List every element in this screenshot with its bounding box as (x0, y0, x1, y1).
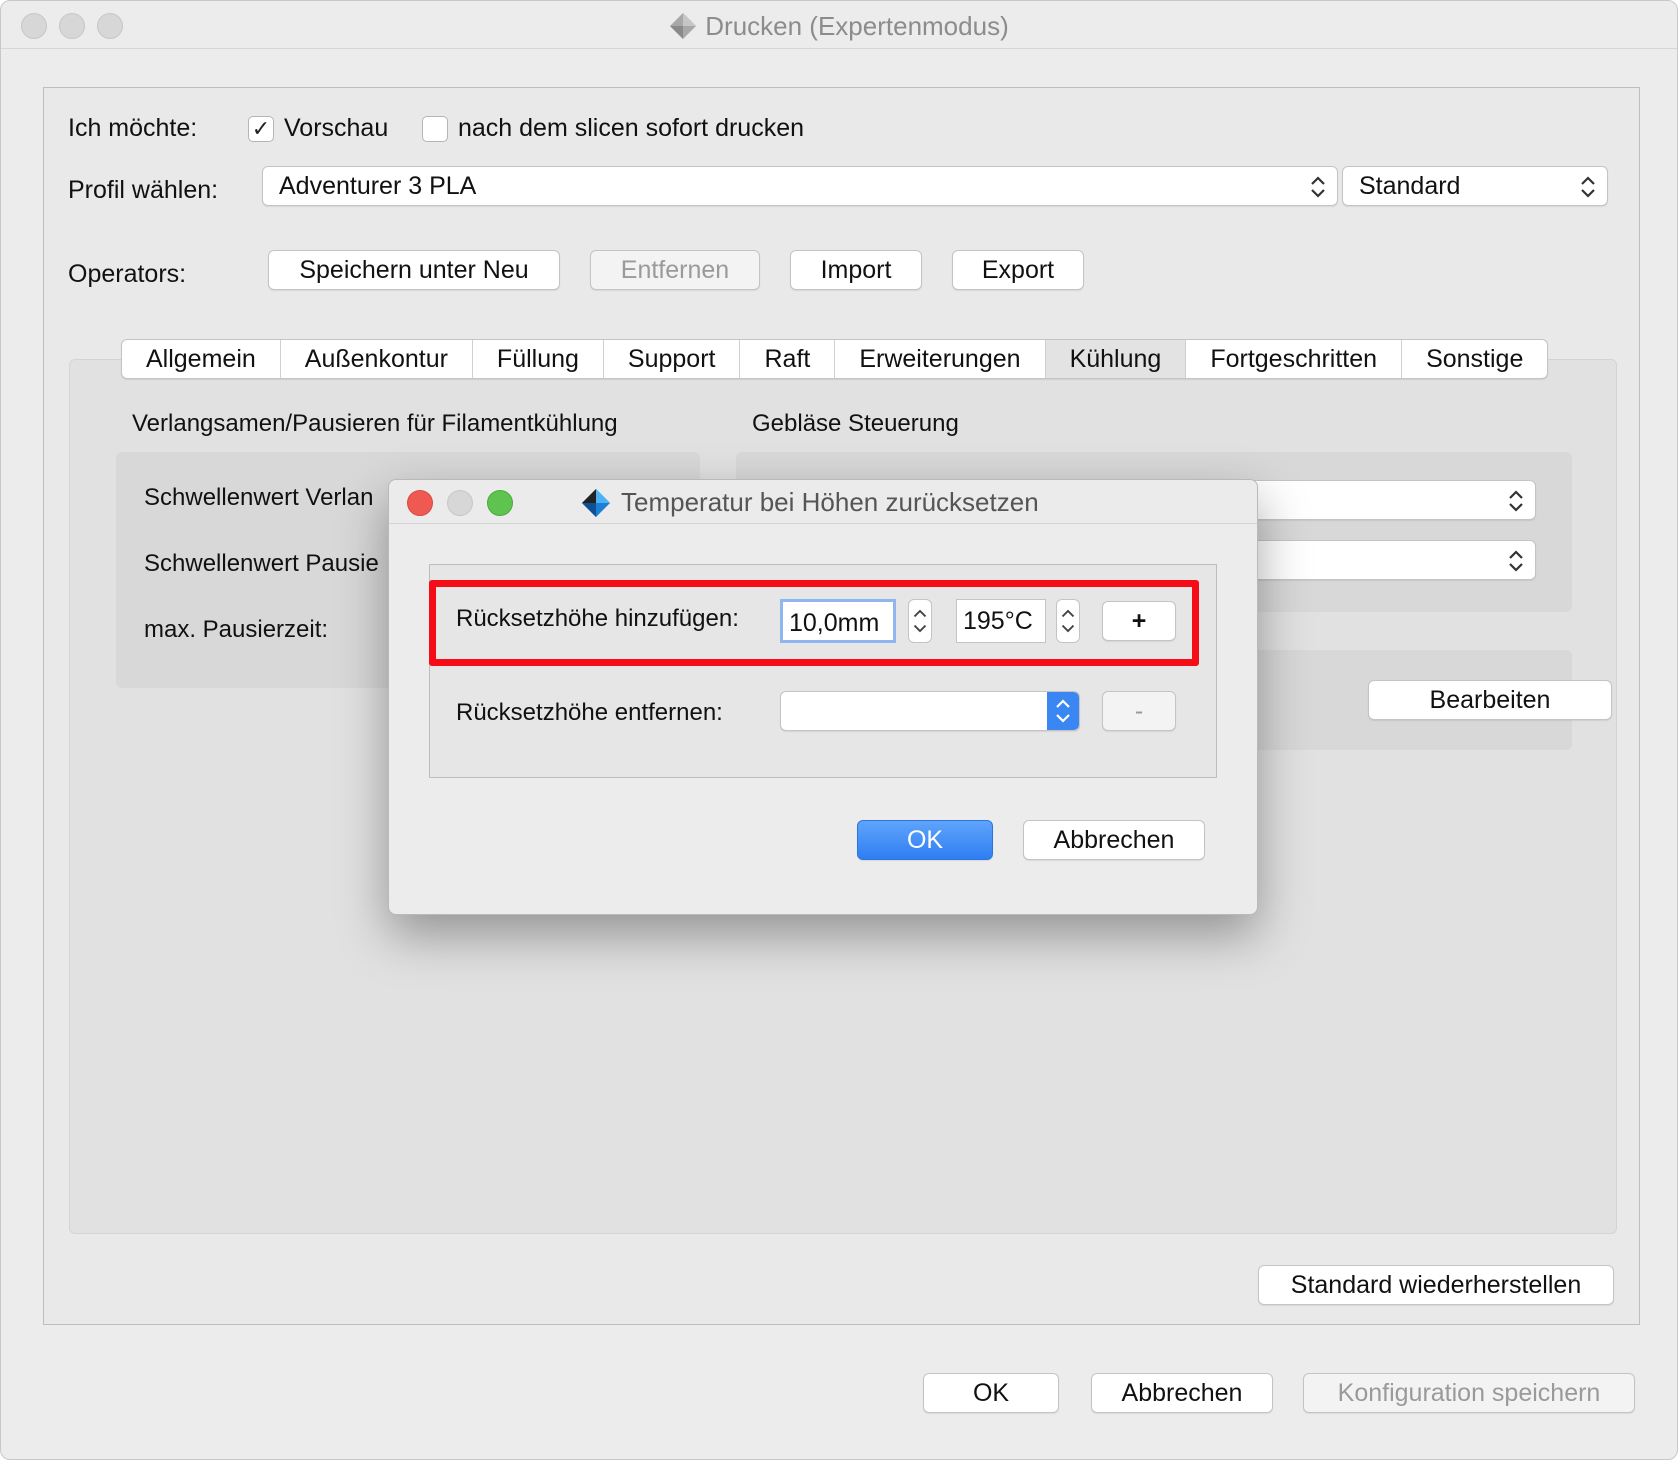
remove-reset-height-label: Rücksetzhöhe entfernen: (456, 699, 723, 726)
preview-label: Vorschau (284, 114, 389, 142)
max-pause-time-label: max. Pausierzeit: (144, 616, 329, 643)
window-title: Drucken (Expertenmodus) (1, 11, 1677, 42)
select-stepper (1047, 692, 1079, 730)
title-bar: Drucken (Expertenmodus) (1, 1, 1677, 49)
tab-allgemein[interactable]: Allgemein (122, 340, 281, 378)
cancel-button[interactable]: Abbrechen (1091, 1373, 1273, 1413)
updown-chevron-icon (1509, 550, 1523, 572)
tab-support[interactable]: Support (604, 340, 741, 378)
profile-select-value: Adventurer 3 PLA (279, 172, 477, 200)
tab-fuellung[interactable]: Füllung (473, 340, 604, 378)
slowdown-group-title: Verlangsamen/Pausieren für Filamentkühlu… (132, 410, 618, 437)
updown-chevron-icon (1509, 490, 1523, 512)
import-button[interactable]: Import (790, 250, 922, 290)
edit-button[interactable]: Bearbeiten (1368, 680, 1612, 720)
updown-chevron-icon (1056, 699, 1070, 723)
updown-chevron-icon (1581, 176, 1595, 198)
tab-raft[interactable]: Raft (740, 340, 836, 378)
ok-button[interactable]: OK (923, 1373, 1059, 1413)
dialog-zoom-button[interactable] (487, 490, 513, 516)
remove-height-button[interactable]: - (1102, 691, 1176, 731)
dialog-ok-button[interactable]: OK (857, 820, 993, 860)
restore-defaults-button[interactable]: Standard wiederherstellen (1258, 1265, 1614, 1305)
remove-height-select[interactable] (780, 691, 1080, 731)
window-title-text: Drucken (Expertenmodus) (705, 11, 1009, 41)
dialog-minimize-button[interactable] (447, 490, 473, 516)
flashprint-logo-icon (670, 13, 697, 39)
operators-label: Operators: (68, 260, 187, 288)
flashprint-logo-icon (582, 489, 610, 517)
print-after-slice-label: nach dem slicen sofort drucken (458, 114, 805, 142)
threshold-slowdown-label: Schwellenwert Verlan (144, 484, 374, 511)
tab-kuehlung[interactable]: Kühlung (1045, 340, 1187, 378)
dialog-title-bar: Temperatur bei Höhen zurücksetzen (389, 480, 1257, 524)
dialog-title: Temperatur bei Höhen zurücksetzen (621, 487, 1039, 517)
tab-fortgeschritten[interactable]: Fortgeschritten (1186, 340, 1403, 378)
main-window: Drucken (Expertenmodus) Ich möchte: ✓ Vo… (0, 0, 1678, 1460)
export-button[interactable]: Export (952, 250, 1084, 290)
profile-label: Profil wählen: (68, 176, 219, 204)
highlight-box (429, 580, 1199, 666)
mode-select-value: Standard (1359, 172, 1461, 200)
updown-chevron-icon (1311, 176, 1325, 198)
profile-select[interactable]: Adventurer 3 PLA (262, 166, 1338, 206)
temperature-reset-dialog: Temperatur bei Höhen zurücksetzen Rückse… (388, 479, 1258, 915)
remove-profile-button[interactable]: Entfernen (590, 250, 760, 290)
check-icon: ✓ (251, 116, 271, 141)
print-after-slice-checkbox[interactable] (422, 116, 448, 142)
dialog-close-button[interactable] (407, 490, 433, 516)
tab-erweiterungen[interactable]: Erweiterungen (835, 340, 1046, 378)
save-config-button[interactable]: Konfiguration speichern (1303, 1373, 1635, 1413)
save-as-new-button[interactable]: Speichern unter Neu (268, 250, 560, 290)
tab-aussenkontur[interactable]: Außenkontur (281, 340, 473, 378)
fan-control-group-title: Gebläse Steuerung (752, 410, 959, 437)
preview-checkbox[interactable]: ✓ (248, 116, 274, 142)
threshold-pause-label: Schwellenwert Pausie (144, 550, 379, 577)
tab-sonstige[interactable]: Sonstige (1402, 340, 1547, 378)
mode-select[interactable]: Standard (1342, 166, 1608, 206)
options-label: Ich möchte: (68, 114, 198, 142)
tab-bar: Allgemein Außenkontur Füllung Support Ra… (121, 339, 1549, 379)
dialog-cancel-button[interactable]: Abbrechen (1023, 820, 1205, 860)
